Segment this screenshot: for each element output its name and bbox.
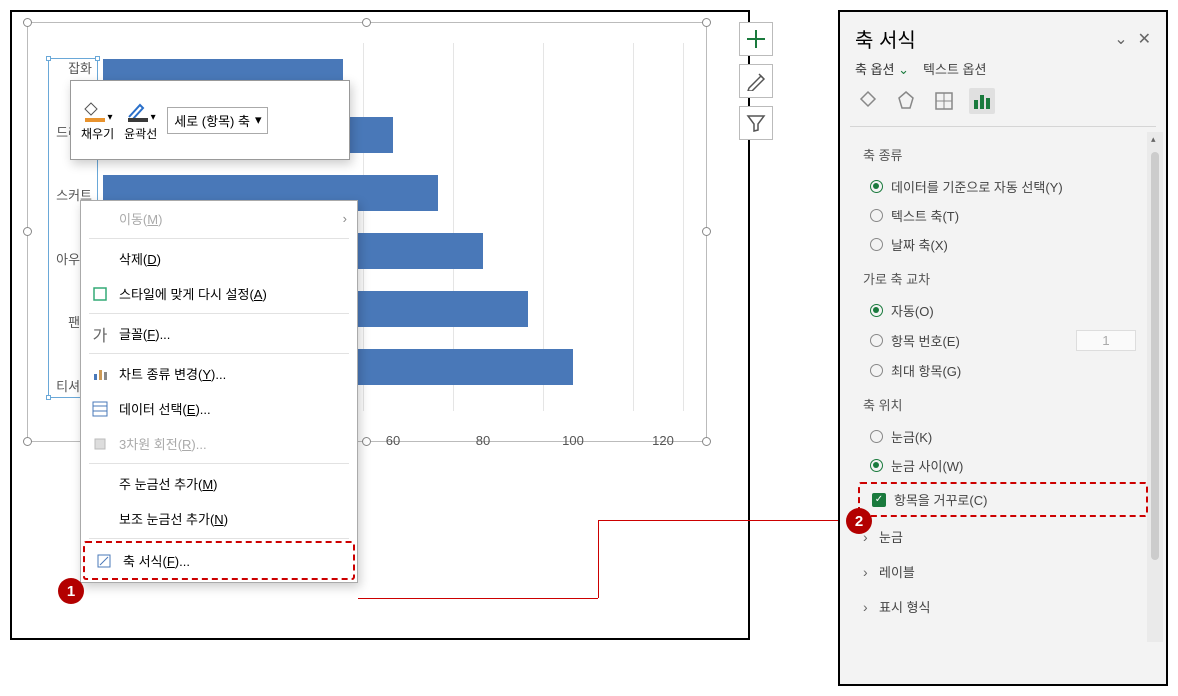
axis-sel-handle bbox=[46, 56, 51, 61]
format-axis-pane: 축 서식 ⌄ ✕ 축 옵션 ⌄ 텍스트 옵션 ▴ 축 종류 데이터를 기준으로 … bbox=[838, 10, 1168, 686]
chevron-right-icon: › bbox=[343, 211, 347, 226]
annotation-marker-1: 1 bbox=[58, 578, 84, 604]
handle-rm[interactable] bbox=[702, 227, 711, 236]
annotation-marker-2: 2 bbox=[846, 508, 872, 534]
handle-tl[interactable] bbox=[23, 18, 32, 27]
connector-line bbox=[598, 520, 838, 521]
item-number-input[interactable] bbox=[1076, 330, 1136, 351]
handle-bl[interactable] bbox=[23, 437, 32, 446]
menu-major-gridlines[interactable]: 주 눈금선 추가(M) bbox=[81, 466, 357, 501]
chart-side-buttons bbox=[739, 22, 773, 140]
menu-reset-style[interactable]: 스타일에 맞게 다시 설정(A) bbox=[81, 276, 357, 311]
group-axis-type: 축 종류 bbox=[858, 135, 1148, 172]
menu-font[interactable]: 가 글꼴(F)... bbox=[81, 316, 357, 351]
chart-styles-button[interactable] bbox=[739, 64, 773, 98]
chevron-down-icon[interactable]: ⌄ bbox=[1114, 29, 1127, 49]
format-icon bbox=[95, 552, 113, 570]
connector-line bbox=[358, 598, 598, 599]
chevron-down-icon: ▾ bbox=[255, 112, 262, 128]
x-tick: 100 bbox=[562, 433, 584, 448]
radio-auto-by-data[interactable]: 데이터를 기준으로 자동 선택(Y) bbox=[858, 172, 1148, 201]
connector-line bbox=[598, 520, 599, 598]
handle-tm[interactable] bbox=[362, 18, 371, 27]
handle-tr[interactable] bbox=[702, 18, 711, 27]
group-cross: 가로 축 교차 bbox=[858, 259, 1148, 296]
radio-auto[interactable]: 자동(O) bbox=[858, 296, 1148, 325]
handle-br[interactable] bbox=[702, 437, 711, 446]
table-icon bbox=[91, 400, 109, 418]
x-tick: 60 bbox=[386, 433, 400, 448]
menu-change-chart-type[interactable]: 차트 종류 변경(Y)... bbox=[81, 356, 357, 391]
bar-chart-icon bbox=[91, 365, 109, 383]
context-menu: 이동(M) › 삭제(D) 스타일에 맞게 다시 설정(A) 가 글꼴(F)..… bbox=[80, 200, 358, 583]
axis-selector-value: 세로 (항목) 축 bbox=[174, 111, 250, 130]
checkbox-checked-icon: ✓ bbox=[872, 493, 886, 507]
chart-elements-button[interactable] bbox=[739, 22, 773, 56]
fill-line-icon[interactable] bbox=[855, 88, 881, 114]
menu-3d-rotation: 3차원 회전(R)... bbox=[81, 426, 357, 461]
effects-icon[interactable] bbox=[893, 88, 919, 114]
tab-text-options[interactable]: 텍스트 옵션 bbox=[923, 59, 986, 78]
outline-button[interactable]: ▾ 윤곽선 bbox=[124, 99, 157, 142]
expander-label[interactable]: 레이블 bbox=[858, 554, 1148, 589]
axis-sel-handle bbox=[95, 56, 100, 61]
fill-label: 채우기 bbox=[81, 125, 114, 142]
menu-delete[interactable]: 삭제(D) bbox=[81, 241, 357, 276]
handle-bm[interactable] bbox=[362, 437, 371, 446]
axis-selector-dropdown[interactable]: 세로 (항목) 축 ▾ bbox=[167, 107, 268, 134]
x-tick: 120 bbox=[652, 433, 674, 448]
menu-select-data[interactable]: 데이터 선택(E)... bbox=[81, 391, 357, 426]
size-properties-icon[interactable] bbox=[931, 88, 957, 114]
menu-format-axis[interactable]: 축 서식(F)... bbox=[85, 543, 353, 578]
cube-icon bbox=[91, 435, 109, 453]
axis-sel-handle bbox=[46, 395, 51, 400]
menu-minor-gridlines[interactable]: 보조 눈금선 추가(N) bbox=[81, 501, 357, 536]
outline-label: 윤곽선 bbox=[124, 125, 157, 142]
group-position: 축 위치 bbox=[858, 385, 1148, 422]
radio-tick[interactable]: 눈금(K) bbox=[858, 422, 1148, 451]
chart-filter-button[interactable] bbox=[739, 106, 773, 140]
radio-date-axis[interactable]: 날짜 축(X) bbox=[858, 230, 1148, 259]
radio-text-axis[interactable]: 텍스트 축(T) bbox=[858, 201, 1148, 230]
handle-lm[interactable] bbox=[23, 227, 32, 236]
pane-title: 축 서식 bbox=[855, 24, 1104, 53]
mini-toolbar[interactable]: ▾ 채우기 ▾ 윤곽선 세로 (항목) 축 ▾ bbox=[70, 80, 350, 160]
expander-number-format[interactable]: 표시 형식 bbox=[858, 589, 1148, 624]
font-icon: 가 bbox=[91, 325, 109, 343]
radio-item-number[interactable]: 항목 번호(E) bbox=[858, 325, 1148, 356]
checkbox-reverse-items[interactable]: ✓ 항목을 거꾸로(C) bbox=[860, 484, 1146, 515]
x-tick: 80 bbox=[476, 433, 490, 448]
radio-max-item[interactable]: 최대 항목(G) bbox=[858, 356, 1148, 385]
expander-tick[interactable]: 눈금 bbox=[858, 519, 1148, 554]
axis-options-icon[interactable] bbox=[969, 88, 995, 114]
y-label: 잡화 bbox=[49, 59, 97, 79]
reset-icon bbox=[91, 285, 109, 303]
tab-axis-options[interactable]: 축 옵션 ⌄ bbox=[855, 59, 909, 78]
fill-button[interactable]: ▾ 채우기 bbox=[81, 99, 114, 142]
close-icon[interactable]: ✕ bbox=[1138, 29, 1151, 49]
radio-between-tick[interactable]: 눈금 사이(W) bbox=[858, 451, 1148, 480]
menu-move: 이동(M) › bbox=[81, 201, 357, 236]
gridline bbox=[683, 43, 684, 411]
